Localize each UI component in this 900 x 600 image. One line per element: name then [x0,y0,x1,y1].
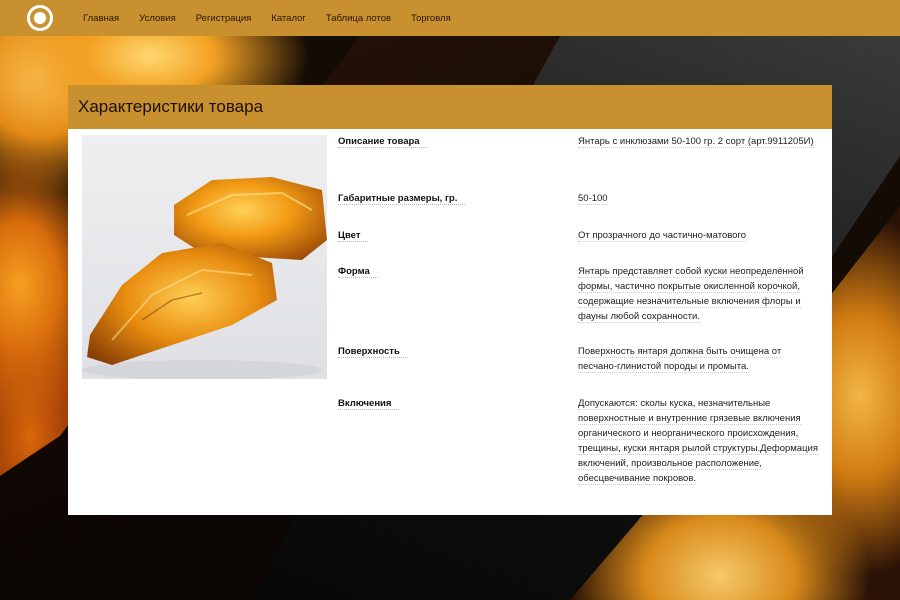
top-navbar: Главная Условия Регистрация Каталог Табл… [0,0,900,36]
spec-value: Допускаются: сколы куска, незначительные… [578,398,818,485]
spec-value: Янтарь с инклюзами 50-100 гр. 2 сорт (ар… [578,136,814,148]
spec-label: Поверхность [338,346,408,358]
page-title: Характеристики товара [78,97,264,116]
spec-value: От прозрачного до частично-матового [578,230,747,242]
spec-value: Поверхность янтаря должна быть очищена о… [578,346,782,373]
nav-item-home[interactable]: Главная [73,13,129,24]
spec-value: Янтарь представляет собой куски неопреде… [578,266,804,323]
spec-row-description: Описание товара Янтарь с инклюзами 50-10… [338,134,818,191]
spec-label: Включения [338,398,400,410]
amber-pieces-illustration [82,177,327,379]
spec-value: 50-100 [578,193,608,205]
nav-item-lots-table[interactable]: Таблица лотов [316,13,401,24]
nav-item-catalog[interactable]: Каталог [261,13,316,24]
main-nav: Главная Условия Регистрация Каталог Табл… [73,13,461,24]
logo-icon[interactable] [27,5,53,31]
nav-item-trading[interactable]: Торговля [401,13,461,24]
card-header: Характеристики товара [68,85,832,129]
spec-row-dimensions: Габаритные размеры, гр. 50-100 [338,191,818,228]
nav-item-registration[interactable]: Регистрация [186,13,262,24]
spec-label: Форма [338,266,378,278]
spec-table: Описание товара Янтарь с инклюзами 50-10… [338,134,818,486]
nav-item-terms[interactable]: Условия [129,13,186,24]
spec-row-surface: Поверхность Поверхность янтаря должна бы… [338,344,818,396]
spec-label: Цвет [338,230,369,242]
spec-label: Габаритные размеры, гр. [338,193,466,205]
spec-label: Описание товара [338,136,428,148]
product-image[interactable] [82,135,327,379]
spec-row-inclusions: Включения Допускаются: сколы куска, незн… [338,396,818,486]
spec-row-shape: Форма Янтарь представляет собой куски не… [338,264,818,344]
spec-row-color: Цвет От прозрачного до частично-матового [338,228,818,264]
product-card: Характеристики товара Описание товара Ян… [68,85,832,515]
